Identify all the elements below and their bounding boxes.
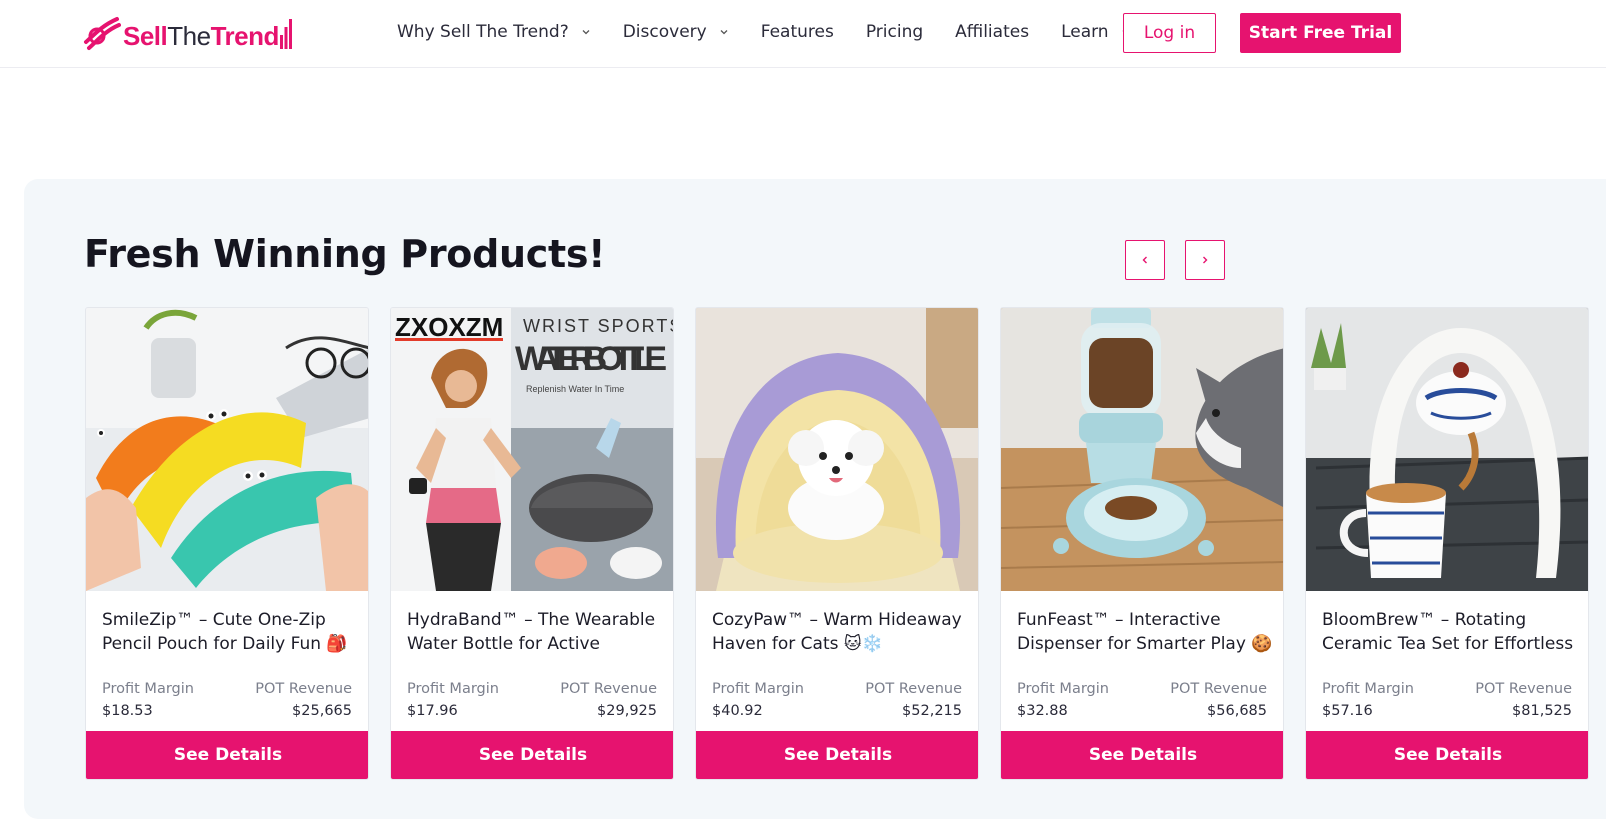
product-card[interactable]: FunFeast™ – Interactive Dispenser for Sm… — [1000, 307, 1284, 780]
nav-pricing[interactable]: Pricing — [866, 22, 923, 42]
product-image-pet-bed[interactable] — [696, 308, 978, 591]
profit-margin-value: $17.96 — [407, 703, 458, 719]
nav-features[interactable]: Features — [761, 22, 834, 42]
logo-word-the: The — [167, 21, 211, 51]
carousel-prev-button[interactable] — [1125, 240, 1165, 280]
food-dispenser-image — [1001, 308, 1283, 591]
product-title[interactable]: CozyPaw™ – Warm Hideaway Haven for Cats … — [712, 608, 968, 658]
product-title[interactable]: SmileZip™ – Cute One-Zip Pencil Pouch fo… — [102, 608, 358, 658]
nav-affiliates[interactable]: Affiliates — [955, 22, 1029, 42]
see-details-button[interactable]: See Details — [696, 731, 978, 779]
pencil-pouch-image — [86, 308, 368, 591]
product-image-pencil-pouch[interactable] — [86, 308, 368, 591]
see-details-button[interactable]: See Details — [1001, 731, 1283, 779]
pot-revenue-value: $29,925 — [597, 703, 657, 719]
pot-revenue-value: $56,685 — [1207, 703, 1267, 719]
pot-revenue-value: $52,215 — [902, 703, 962, 719]
product-card[interactable]: BloomBrew™ – Rotating Ceramic Tea Set fo… — [1305, 307, 1589, 780]
nav-why-sell-the-trend[interactable]: Why Sell The Trend? — [397, 22, 591, 42]
chevron-down-icon — [582, 30, 590, 35]
nav-label: Affiliates — [955, 22, 1030, 42]
logo-word-sell: Sell — [123, 21, 168, 51]
section-title: Fresh Winning Products! — [84, 232, 606, 276]
logo-wordmark: Sell The Trend — [123, 19, 292, 49]
product-image-tea-set[interactable] — [1306, 308, 1588, 591]
pot-revenue-label: POT Revenue — [560, 681, 657, 697]
pot-revenue-label: POT Revenue — [1170, 681, 1267, 697]
carousel-next-button[interactable] — [1185, 240, 1225, 280]
product-card[interactable]: ZXOXZM WRIST SPORTS WATER BOTTLE Repleni… — [390, 307, 674, 780]
water-bottle-image: ZXOXZM WRIST SPORTS WATER BOTTLE Repleni… — [391, 308, 674, 591]
profit-margin-value: $32.88 — [1017, 703, 1068, 719]
product-image-water-bottle[interactable]: ZXOXZM WRIST SPORTS WATER BOTTLE Repleni… — [391, 308, 674, 591]
profit-margin-value: $57.16 — [1322, 703, 1373, 719]
product-card[interactable]: CozyPaw™ – Warm Hideaway Haven for Cats … — [695, 307, 979, 780]
profit-margin-label: Profit Margin — [712, 681, 804, 697]
nav-label: Pricing — [865, 22, 924, 42]
logo-word-trend: Trend — [210, 21, 280, 51]
image-tagline-text: Replenish Water In Time — [526, 384, 624, 394]
profit-margin-label: Profit Margin — [1322, 681, 1414, 697]
sell-the-trend-logo[interactable]: Sell The Trend — [83, 14, 292, 54]
image-headline-text: WATER BOTTLE — [515, 340, 667, 378]
product-title[interactable]: FunFeast™ – Interactive Dispenser for Sm… — [1017, 608, 1273, 658]
pot-revenue-label: POT Revenue — [865, 681, 962, 697]
nav-discovery[interactable]: Discovery — [623, 22, 729, 42]
see-details-button[interactable]: See Details — [86, 731, 368, 779]
product-card[interactable]: SmileZip™ – Cute One-Zip Pencil Pouch fo… — [85, 307, 369, 780]
nav-label: Features — [760, 22, 834, 42]
login-button[interactable]: Log in — [1123, 13, 1216, 53]
start-free-trial-button[interactable]: Start Free Trial — [1240, 13, 1401, 53]
logo-bars-icon — [279, 19, 292, 49]
main-nav: Why Sell The Trend? Discovery Features P… — [397, 0, 1163, 64]
tea-set-image — [1306, 308, 1588, 591]
profit-margin-label: Profit Margin — [1017, 681, 1109, 697]
pot-revenue-label: POT Revenue — [1475, 681, 1572, 697]
nav-label: Discovery — [622, 22, 707, 42]
see-details-button[interactable]: See Details — [1306, 731, 1588, 779]
profit-margin-label: Profit Margin — [102, 681, 194, 697]
chevron-right-icon — [1203, 256, 1208, 264]
product-title[interactable]: HydraBand™ – The Wearable Water Bottle f… — [407, 608, 663, 658]
pot-revenue-value: $25,665 — [292, 703, 352, 719]
profit-margin-value: $40.92 — [712, 703, 763, 719]
product-image-food-dispenser[interactable] — [1001, 308, 1283, 591]
see-details-button[interactable]: See Details — [391, 731, 673, 779]
logo-swoosh-icon — [84, 17, 121, 50]
image-headline-text: WRIST SPORTS — [523, 316, 674, 336]
image-brand-text: ZXOXZM — [395, 312, 503, 342]
nav-label: Learn — [1061, 22, 1109, 42]
nav-learn[interactable]: Learn — [1061, 22, 1131, 42]
product-title[interactable]: BloomBrew™ – Rotating Ceramic Tea Set fo… — [1322, 608, 1578, 658]
pet-bed-image — [696, 308, 978, 591]
profit-margin-label: Profit Margin — [407, 681, 499, 697]
pot-revenue-value: $81,525 — [1512, 703, 1572, 719]
pot-revenue-label: POT Revenue — [255, 681, 352, 697]
nav-label: Why Sell The Trend? — [397, 22, 569, 42]
site-header: Sell The Trend Why Sell The Trend? Disco… — [0, 0, 1606, 68]
profit-margin-value: $18.53 — [102, 703, 153, 719]
chevron-left-icon — [1142, 256, 1147, 264]
chevron-down-icon — [720, 30, 728, 35]
